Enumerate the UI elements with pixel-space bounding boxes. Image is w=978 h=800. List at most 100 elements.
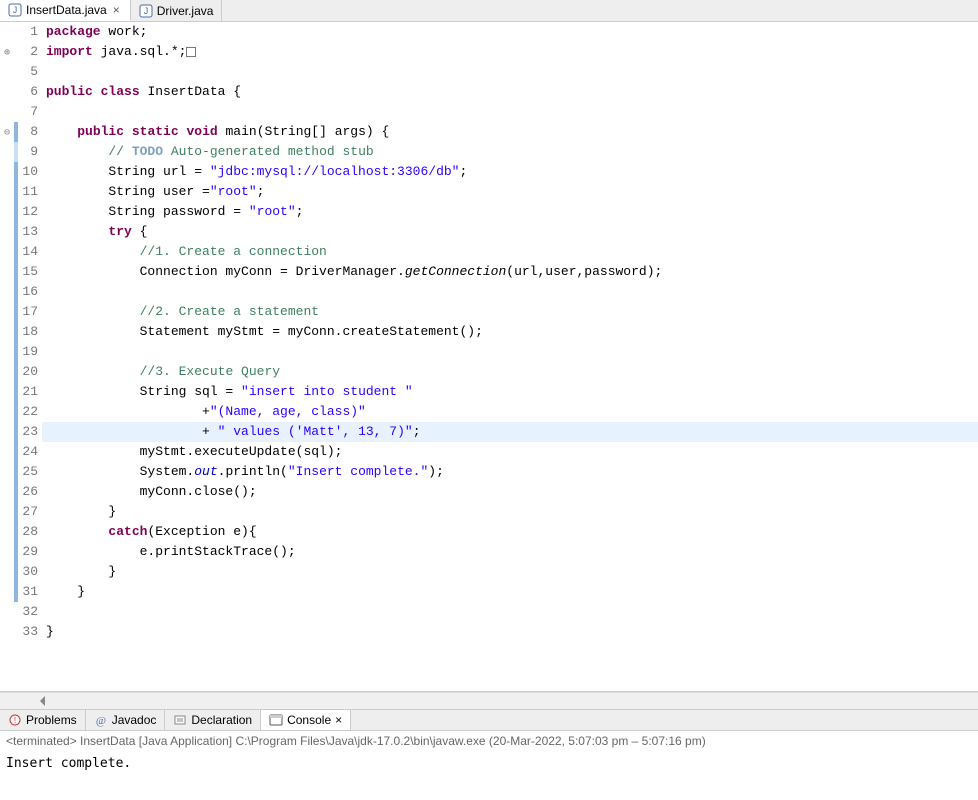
- code-line[interactable]: 1package work;: [0, 22, 978, 42]
- tab-problems[interactable]: ! Problems: [0, 710, 86, 730]
- code-text[interactable]: //1. Create a connection: [42, 242, 978, 262]
- code-text[interactable]: //3. Execute Query: [42, 362, 978, 382]
- svg-text:J: J: [143, 6, 148, 16]
- ptab-label: Console: [287, 713, 331, 727]
- code-text[interactable]: //2. Create a statement: [42, 302, 978, 322]
- line-number: 31: [14, 582, 42, 602]
- code-text[interactable]: String password = "root";: [42, 202, 978, 222]
- code-text[interactable]: String url = "jdbc:mysql://localhost:330…: [42, 162, 978, 182]
- gutter-marker: [0, 582, 14, 602]
- code-text[interactable]: [42, 602, 978, 622]
- code-line[interactable]: 29 e.printStackTrace();: [0, 542, 978, 562]
- code-line[interactable]: 22 +"(Name, age, class)": [0, 402, 978, 422]
- code-line[interactable]: 20 //3. Execute Query: [0, 362, 978, 382]
- line-number: 29: [14, 542, 42, 562]
- code-line[interactable]: 15 Connection myConn = DriverManager.get…: [0, 262, 978, 282]
- code-line[interactable]: 30 }: [0, 562, 978, 582]
- line-number: 21: [14, 382, 42, 402]
- code-line[interactable]: 23 + " values ('Matt', 13, 7)";: [0, 422, 978, 442]
- code-line[interactable]: 24 myStmt.executeUpdate(sql);: [0, 442, 978, 462]
- code-text[interactable]: }: [42, 562, 978, 582]
- code-text[interactable]: + " values ('Matt', 13, 7)";: [42, 422, 978, 442]
- code-text[interactable]: public static void main(String[] args) {: [42, 122, 978, 142]
- code-text[interactable]: e.printStackTrace();: [42, 542, 978, 562]
- code-text[interactable]: [42, 342, 978, 362]
- gutter-marker: [0, 562, 14, 582]
- gutter-marker: [0, 522, 14, 542]
- code-text[interactable]: Connection myConn = DriverManager.getCon…: [42, 262, 978, 282]
- code-text[interactable]: }: [42, 502, 978, 522]
- gutter-marker: [0, 222, 14, 242]
- code-line[interactable]: 33}: [0, 622, 978, 642]
- close-icon[interactable]: ×: [335, 713, 342, 727]
- code-text[interactable]: try {: [42, 222, 978, 242]
- tab-declaration[interactable]: Declaration: [165, 710, 261, 730]
- code-line[interactable]: 10 String url = "jdbc:mysql://localhost:…: [0, 162, 978, 182]
- gutter-marker: [0, 162, 14, 182]
- code-text[interactable]: [42, 282, 978, 302]
- code-editor[interactable]: 1package work;⊕2import java.sql.*;56publ…: [0, 22, 978, 692]
- gutter-marker[interactable]: ⊕: [0, 42, 14, 62]
- svg-text:@: @: [96, 715, 106, 727]
- code-text[interactable]: myStmt.executeUpdate(sql);: [42, 442, 978, 462]
- code-text[interactable]: package work;: [42, 22, 978, 42]
- code-line[interactable]: 12 String password = "root";: [0, 202, 978, 222]
- code-line[interactable]: 6public class InsertData {: [0, 82, 978, 102]
- code-text[interactable]: String user ="root";: [42, 182, 978, 202]
- code-text[interactable]: public class InsertData {: [42, 82, 978, 102]
- javadoc-icon: @: [94, 713, 108, 727]
- gutter-marker: [0, 422, 14, 442]
- code-line[interactable]: 17 //2. Create a statement: [0, 302, 978, 322]
- line-number: 17: [14, 302, 42, 322]
- code-text[interactable]: }: [42, 582, 978, 602]
- gutter-marker[interactable]: ⊖: [0, 122, 14, 142]
- code-line[interactable]: 19: [0, 342, 978, 362]
- gutter-marker: [0, 482, 14, 502]
- code-line[interactable]: 28 catch(Exception e){: [0, 522, 978, 542]
- tab-insertdata[interactable]: J InsertData.java ×: [0, 0, 131, 21]
- code-text[interactable]: [42, 62, 978, 82]
- code-line[interactable]: 16: [0, 282, 978, 302]
- code-line[interactable]: 5: [0, 62, 978, 82]
- gutter-marker: [0, 462, 14, 482]
- code-line[interactable]: 14 //1. Create a connection: [0, 242, 978, 262]
- code-line[interactable]: 11 String user ="root";: [0, 182, 978, 202]
- tab-javadoc[interactable]: @ Javadoc: [86, 710, 166, 730]
- code-line[interactable]: 13 try {: [0, 222, 978, 242]
- line-number: 30: [14, 562, 42, 582]
- code-text[interactable]: import java.sql.*;: [42, 42, 978, 62]
- code-line[interactable]: ⊖8 public static void main(String[] args…: [0, 122, 978, 142]
- ptab-label: Javadoc: [112, 713, 157, 727]
- tab-console[interactable]: Console ×: [261, 710, 351, 730]
- code-text[interactable]: catch(Exception e){: [42, 522, 978, 542]
- scroll-left-arrow-icon[interactable]: [40, 696, 45, 706]
- code-text[interactable]: System.out.println("Insert complete.");: [42, 462, 978, 482]
- code-text[interactable]: myConn.close();: [42, 482, 978, 502]
- gutter-marker: [0, 282, 14, 302]
- line-number: 24: [14, 442, 42, 462]
- code-line[interactable]: 21 String sql = "insert into student ": [0, 382, 978, 402]
- code-line[interactable]: ⊕2import java.sql.*;: [0, 42, 978, 62]
- code-line[interactable]: 9 // TODO Auto-generated method stub: [0, 142, 978, 162]
- svg-text:J: J: [13, 5, 18, 15]
- code-text[interactable]: +"(Name, age, class)": [42, 402, 978, 422]
- code-line[interactable]: 7: [0, 102, 978, 122]
- line-number: 10: [14, 162, 42, 182]
- code-text[interactable]: // TODO Auto-generated method stub: [42, 142, 978, 162]
- close-icon[interactable]: ×: [111, 3, 122, 17]
- code-line[interactable]: 25 System.out.println("Insert complete."…: [0, 462, 978, 482]
- code-text[interactable]: String sql = "insert into student ": [42, 382, 978, 402]
- gutter-marker: [0, 602, 14, 622]
- code-line[interactable]: 26 myConn.close();: [0, 482, 978, 502]
- horizontal-scrollbar[interactable]: [0, 692, 978, 709]
- code-text[interactable]: Statement myStmt = myConn.createStatemen…: [42, 322, 978, 342]
- code-line[interactable]: 27 }: [0, 502, 978, 522]
- line-number: 9: [14, 142, 42, 162]
- code-line[interactable]: 31 }: [0, 582, 978, 602]
- code-text[interactable]: }: [42, 622, 978, 642]
- code-line[interactable]: 32: [0, 602, 978, 622]
- code-area[interactable]: 1package work;⊕2import java.sql.*;56publ…: [0, 22, 978, 691]
- tab-driver[interactable]: J Driver.java: [131, 0, 223, 21]
- code-text[interactable]: [42, 102, 978, 122]
- code-line[interactable]: 18 Statement myStmt = myConn.createState…: [0, 322, 978, 342]
